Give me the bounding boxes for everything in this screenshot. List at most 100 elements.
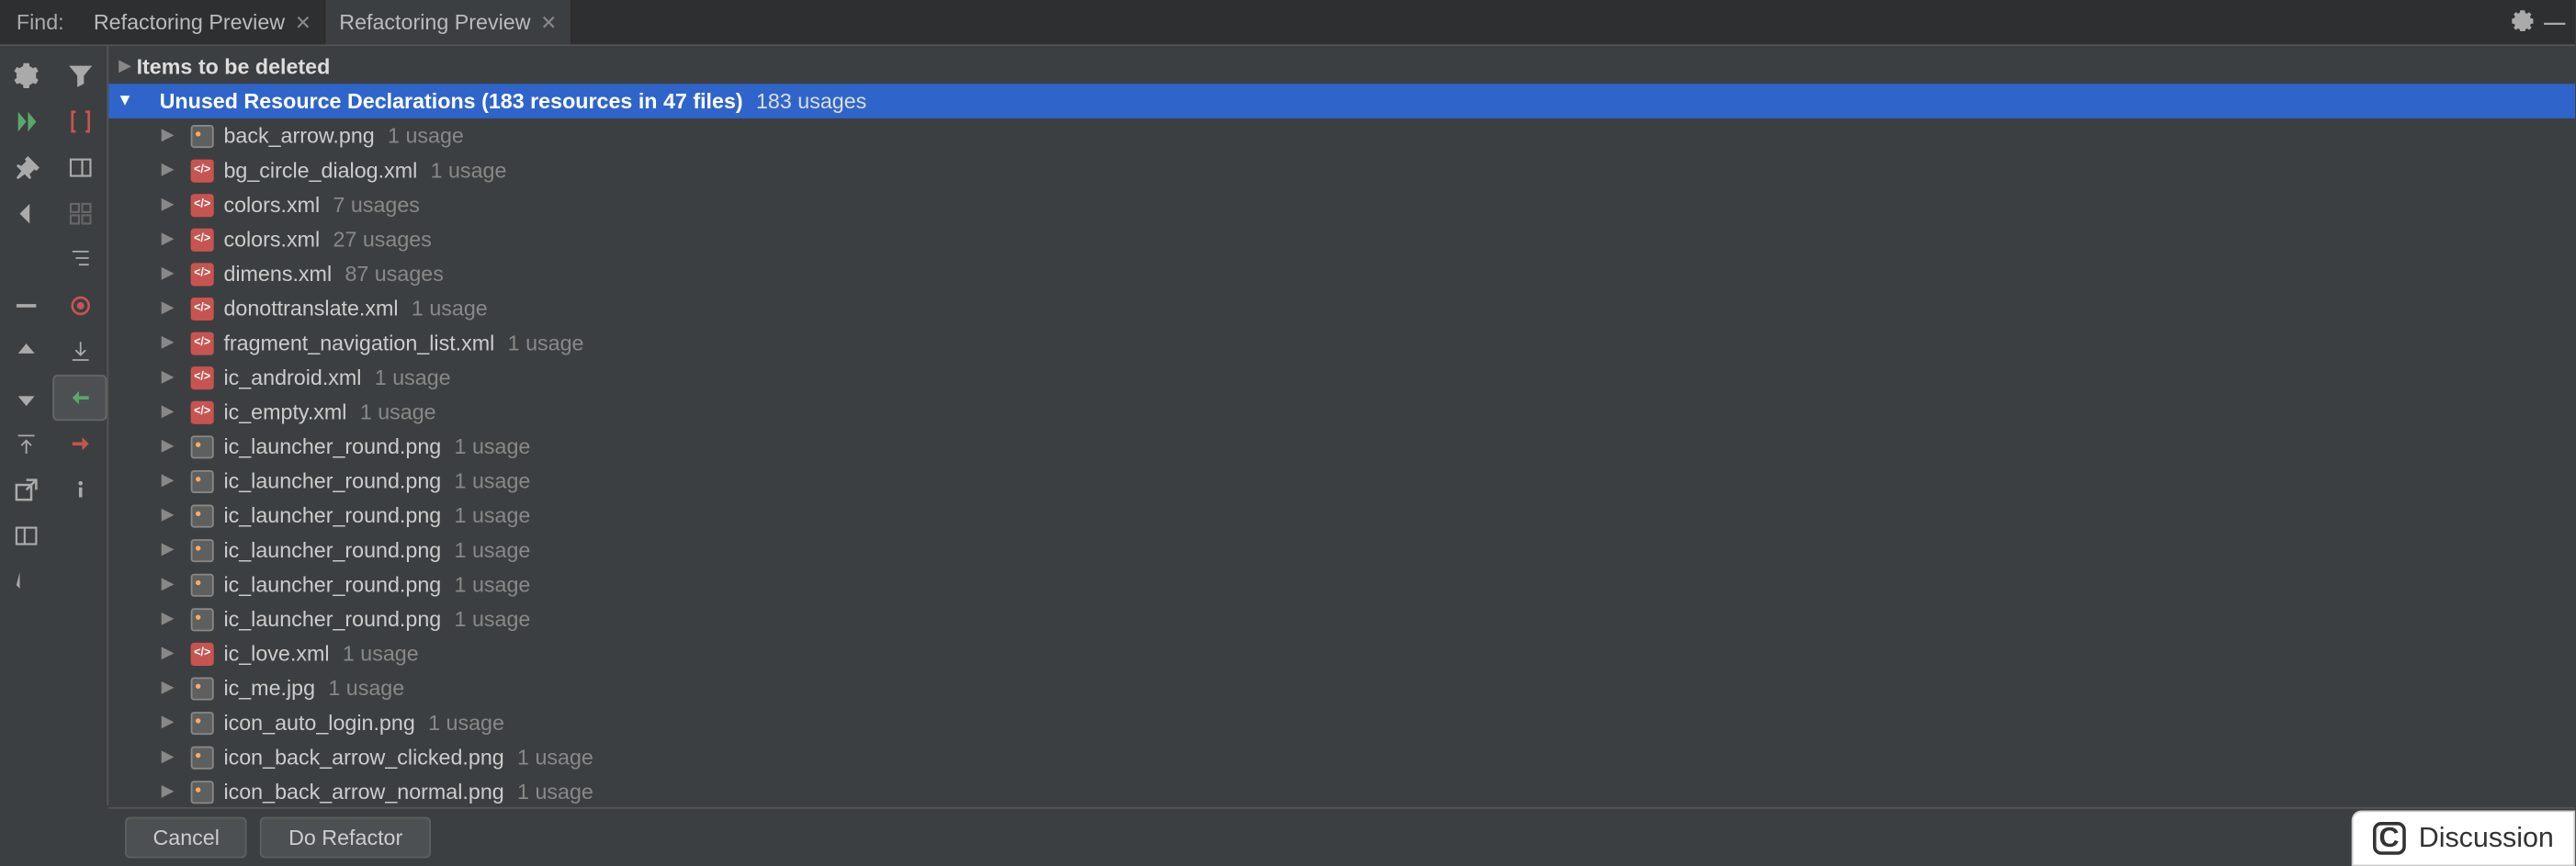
file-name: ic_launcher_round.png xyxy=(223,434,441,459)
arrow-right-icon: ▶ xyxy=(156,437,179,455)
file-row[interactable]: ▶</>dimens.xml87 usages xyxy=(108,256,2575,291)
left-toolbar xyxy=(0,46,108,805)
file-name: icon_back_arrow_clicked.png xyxy=(223,745,503,770)
sort-icon[interactable] xyxy=(0,559,53,605)
xml-file-icon: </> xyxy=(189,261,216,287)
xml-file-icon: </> xyxy=(189,640,216,667)
file-name: fragment_navigation_list.xml xyxy=(223,331,494,355)
image-file-icon xyxy=(189,122,216,149)
target-icon[interactable] xyxy=(53,283,107,329)
file-row[interactable]: ▶icon_back_arrow_clicked.png1 usage xyxy=(108,740,2575,775)
xml-file-icon: </> xyxy=(189,330,216,356)
back-icon[interactable] xyxy=(0,191,53,237)
preview-panel-icon[interactable] xyxy=(53,145,107,191)
file-name: bg_circle_dialog.xml xyxy=(223,158,417,183)
tree-down-icon[interactable] xyxy=(53,329,107,375)
file-row[interactable]: ▶</>colors.xml7 usages xyxy=(108,187,2575,222)
file-row[interactable]: ▶ic_launcher_round.png1 usage xyxy=(108,498,2575,533)
file-name: ic_launcher_round.png xyxy=(223,468,441,493)
tab-bar: Find: Refactoring Preview✕Refactoring Pr… xyxy=(0,0,2575,46)
pin-icon[interactable] xyxy=(0,145,53,191)
close-icon[interactable]: ✕ xyxy=(540,11,557,34)
minimize-icon[interactable]: — xyxy=(2544,10,2575,35)
xml-file-icon: </> xyxy=(189,226,216,253)
file-row[interactable]: ▶icon_auto_login.png1 usage xyxy=(108,705,2575,740)
up-icon[interactable] xyxy=(0,329,53,375)
file-row[interactable]: ▶icon_back_arrow_normal.png1 usage xyxy=(108,774,2575,805)
file-usage: 1 usage xyxy=(517,745,593,770)
file-row[interactable]: ▶</>ic_empty.xml1 usage xyxy=(108,395,2575,430)
tree-up-icon[interactable] xyxy=(0,421,53,467)
file-row[interactable]: ▶ic_me.jpg1 usage xyxy=(108,670,2575,705)
info-icon[interactable] xyxy=(53,467,107,512)
collapse-all-icon[interactable] xyxy=(0,283,53,329)
file-row[interactable]: ▶</>ic_android.xml1 usage xyxy=(108,360,2575,395)
settings-icon[interactable] xyxy=(0,52,53,98)
file-usage: 1 usage xyxy=(455,434,531,459)
autoscroll-icon[interactable] xyxy=(53,375,107,421)
arrow-right-icon: ▶ xyxy=(156,161,179,179)
tab-title: Refactoring Preview xyxy=(94,10,285,35)
file-row[interactable]: ▶</>donottranslate.xml1 usage xyxy=(108,291,2575,326)
root-label: Items to be deleted xyxy=(137,54,331,79)
file-usage: 1 usage xyxy=(428,710,504,735)
arrow-right-icon: ▶ xyxy=(156,610,179,628)
file-row[interactable]: ▶ </> bg_circle_dialog.xml 1 usage xyxy=(108,152,2575,187)
file-name: ic_me.jpg xyxy=(223,676,315,701)
discussion-widget[interactable]: C Discussion xyxy=(2351,810,2575,866)
file-row[interactable]: ▶back_arrow.png1 usage xyxy=(108,118,2575,153)
file-name: ic_launcher_round.png xyxy=(223,537,441,562)
image-file-icon xyxy=(189,779,216,805)
export-icon[interactable] xyxy=(0,467,53,512)
file-usage: 1 usage xyxy=(431,158,507,183)
group-icon[interactable] xyxy=(53,191,107,237)
arrow-down-icon: ▼ xyxy=(114,92,137,110)
file-row[interactable]: ▶ ic_launcher_round.png 1 usage xyxy=(108,568,2575,602)
do-refactor-button[interactable]: Do Refactor xyxy=(261,817,431,859)
file-usage: 1 usage xyxy=(328,676,404,701)
arrow-right-icon: ▶ xyxy=(156,576,179,594)
file-row[interactable]: ▶</>fragment_navigation_list.xml1 usage xyxy=(108,325,2575,360)
arrow-right-icon: ▶ xyxy=(156,231,179,249)
file-row[interactable]: ▶ic_launcher_round.png1 usage xyxy=(108,464,2575,499)
file-row[interactable]: ▶ ic_launcher_round.png 1 usage xyxy=(108,429,2575,464)
collapse-indent-icon[interactable] xyxy=(53,237,107,283)
file-usage: 1 usage xyxy=(455,537,531,562)
close-icon[interactable]: ✕ xyxy=(295,11,311,34)
arrow-right-icon: ▶ xyxy=(156,782,179,801)
tree-group-unused[interactable]: ▼Unused Resource Declarations (183 resou… xyxy=(108,84,2575,118)
file-name: colors.xml xyxy=(223,192,320,217)
merge-icon[interactable] xyxy=(53,421,107,467)
tree-root[interactable]: ▶Items to be deleted xyxy=(108,50,2575,84)
arrow-right-icon: ▶ xyxy=(156,127,179,145)
file-usage: 1 usage xyxy=(455,607,531,632)
arrow-right-icon: ▶ xyxy=(156,299,179,318)
file-row[interactable]: ▶</>colors.xml27 usages xyxy=(108,222,2575,257)
cancel-button[interactable]: Cancel xyxy=(125,817,247,859)
tab-refactoring-preview[interactable]: Refactoring Preview ✕ xyxy=(81,0,326,44)
file-name: ic_empty.xml xyxy=(223,399,346,424)
file-usage: 7 usages xyxy=(333,192,420,217)
filter-icon[interactable] xyxy=(53,52,107,98)
down-icon[interactable] xyxy=(0,375,53,421)
image-file-icon xyxy=(189,536,216,563)
file-row[interactable]: ▶</>ic_love.xml1 usage xyxy=(108,636,2575,671)
tab-refactoring-preview[interactable]: Refactoring Preview✕ xyxy=(326,0,571,44)
file-row[interactable]: ▶ ic_launcher_round.png 1 usage xyxy=(108,602,2575,636)
arrow-right-icon: ▶ xyxy=(156,196,179,214)
layout-icon[interactable] xyxy=(0,512,53,558)
xml-file-icon: </> xyxy=(189,399,216,425)
rerun-icon[interactable] xyxy=(0,98,53,144)
file-usage: 1 usage xyxy=(343,641,419,666)
gear-icon[interactable] xyxy=(2502,8,2545,36)
empty-slot-2 xyxy=(53,559,107,605)
file-name: ic_launcher_round.png xyxy=(223,607,441,632)
file-usage: 1 usage xyxy=(455,572,531,597)
arrow-right-icon: ▶ xyxy=(156,506,179,524)
arrow-right-icon: ▶ xyxy=(156,472,179,490)
file-row[interactable]: ▶ic_launcher_round.png1 usage xyxy=(108,533,2575,568)
brackets-icon[interactable] xyxy=(53,98,107,144)
expand-all-icon[interactable] xyxy=(0,237,53,283)
file-name: ic_launcher_round.png xyxy=(223,572,441,597)
xml-file-icon: </> xyxy=(189,157,216,184)
